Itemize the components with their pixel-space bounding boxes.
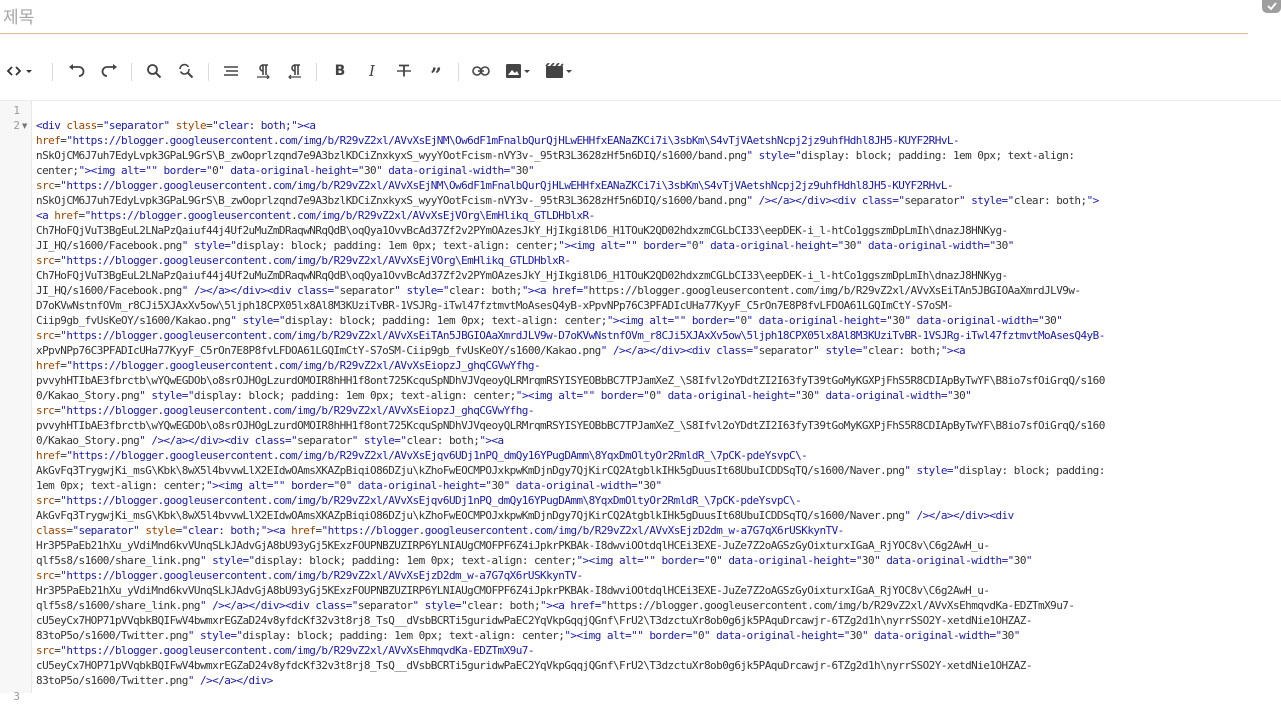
code-icon [6,64,34,78]
redo-icon [100,64,118,78]
html-code-editor[interactable]: 1 2 ▼ 3 <div class="separator" style="cl… [0,100,1281,703]
code-line: href="https://blogger.googleusercontent.… [36,359,541,372]
code-line: qlf5s8/s1600/share_link.png" style="disp… [36,554,1033,567]
link-button[interactable] [468,53,494,89]
code-line: Hr3P5PaEb21hXu_yVdiMnd6kvVUnqSLkJAdvGjA8… [36,539,990,552]
toolbar-divider [52,63,53,81]
code-line: 1em 0px; text-align: center;"><img alt="… [36,479,662,492]
code-line: src="https://blogger.googleusercontent.c… [36,569,583,582]
code-line: qlf5s8/s1600/share_link.png" /></a></div… [36,599,1075,612]
line-number: 1 [13,104,20,117]
check-icon[interactable] [1262,0,1281,13]
bold-icon: B [334,63,346,79]
paragraph-rtl-icon [287,63,303,79]
code-line: cU5eyCx7HOP71pVVqbkBQIFwV4bwmxrEGZaD24v8… [36,659,1032,672]
code-content[interactable]: <div class="separator" style="clear: bot… [36,118,1276,688]
toolbar-divider [316,63,317,81]
title-field-wrapper [0,0,1248,34]
paragraph-ltr-button[interactable] [250,53,276,89]
code-line: pvvyhHTIbAE3fbrctb\wYQwEGDOb\o8srOJHOgLz… [36,419,1105,432]
undo-button[interactable] [64,53,90,89]
align-icon [223,65,239,77]
strikethrough-button[interactable] [391,53,417,89]
code-line: nSkOjCM6J7uh7EdyLvpk3GPaL9GrS\B_zwOoprlz… [36,149,1075,162]
code-line: 83toP5o/s1600/Twitter.png" /></a></div> [36,674,273,687]
strikethrough-icon [396,64,412,78]
line-number: 3 [13,690,20,703]
code-line: src="https://blogger.googleusercontent.c… [36,254,571,267]
code-line: Ch7HoFQjVuT3BgEuL2LNaPzQaiuf44j4Uf2uMuZm… [36,224,1008,237]
code-line: href="https://blogger.googleusercontent.… [36,449,808,462]
editor-toolbar: B I ” [0,53,1281,89]
link-icon [472,66,490,76]
toolbar-divider [208,63,209,81]
undo-icon [68,64,86,78]
code-line: Ch7HoFQjVuT3BgEuL2LNaPzQaiuf44j4Uf2uMuZm… [36,269,1008,282]
paragraph-ltr-icon [255,63,271,79]
code-line: Hr3P5PaEb21hXu_yVdiMnd6kvVUnqSLkJAdvGjA8… [36,584,990,597]
code-line: center;"><img alt="" border="0" data-ori… [36,164,535,177]
quote-button[interactable]: ” [423,53,449,89]
toolbar-divider [458,63,459,81]
image-icon [505,63,531,79]
code-line: <a href="https://blogger.googleuserconte… [36,209,595,222]
search-icon [146,63,162,79]
fold-arrow-icon[interactable]: ▼ [22,122,27,130]
bold-button[interactable]: B [327,53,353,89]
code-line: D7oKVwNstnfOVm_r8CJi5XJAxXv5ow\5ljph18CP… [36,299,954,312]
quote-icon: ” [430,63,442,87]
code-line: src="https://blogger.googleusercontent.c… [36,644,535,657]
code-line: href="https://blogger.googleusercontent.… [36,134,960,147]
code-line: class="separator" style="clear: both;"><… [36,524,844,537]
toolbar-divider [131,63,132,81]
code-line: AkGvFq3TrygwjKi_msG\Kbk\8wX5l4bvvwLlX2EI… [36,509,1014,522]
find-replace-button[interactable] [173,53,199,89]
code-line: src="https://blogger.googleusercontent.c… [36,494,802,507]
code-line: src="https://blogger.googleusercontent.c… [36,179,954,192]
find-replace-icon [178,63,194,79]
code-line: nSkOjCM6J7uh7EdyLvpk3GPaL9GrS\B_zwOoprlz… [36,194,1099,207]
code-line: src="https://blogger.googleusercontent.c… [36,404,535,417]
code-line: cU5eyCx7HOP71pVVqbkBQIFwV4bwmxrEGZaD24v8… [36,614,1032,627]
code-line: JI_HQ/s1600/Facebook.png" /></a></div><d… [36,284,1081,297]
code-line: AkGvFq3TrygwjKi_msG\Kbk\8wX5l4bvvwLlX2EI… [36,464,1105,477]
line-number: 2 [13,119,20,132]
italic-icon: I [369,62,375,80]
code-line: Ciip9gb_fvUsKeOY/s1600/Kakao.png" style=… [36,314,1063,327]
code-line: 0/Kakao_Story.png" style="display: block… [36,389,972,402]
title-input[interactable] [3,6,1233,30]
insert-image-button[interactable] [502,53,534,89]
code-line: <div class="separator" style="clear: bot… [36,119,316,132]
code-line: 0/Kakao_Story.png" /></a></div><div clas… [36,434,504,447]
insert-video-button[interactable] [542,53,576,89]
align-button[interactable] [218,53,244,89]
redo-button[interactable] [96,53,122,89]
code-line: JI_HQ/s1600/Facebook.png" style="display… [36,239,1014,252]
italic-button[interactable]: I [359,53,385,89]
find-button[interactable] [141,53,167,89]
code-line: src="https://blogger.googleusercontent.c… [36,329,1105,342]
code-line: xPpvNPp76C3PFADIcUHa77KyyF_C5rOn7E8P8fvL… [36,344,966,357]
html-view-toggle-button[interactable] [2,53,38,89]
code-line: pvvyhHTIbAE3fbrctb\wYQwEGDOb\o8srOJHOgLz… [36,374,1105,387]
video-icon [545,63,573,79]
paragraph-rtl-button[interactable] [282,53,308,89]
line-number-gutter: 1 2 ▼ 3 [0,101,32,703]
code-line: 83toP5o/s1600/Twitter.png" style="displa… [36,629,1020,642]
